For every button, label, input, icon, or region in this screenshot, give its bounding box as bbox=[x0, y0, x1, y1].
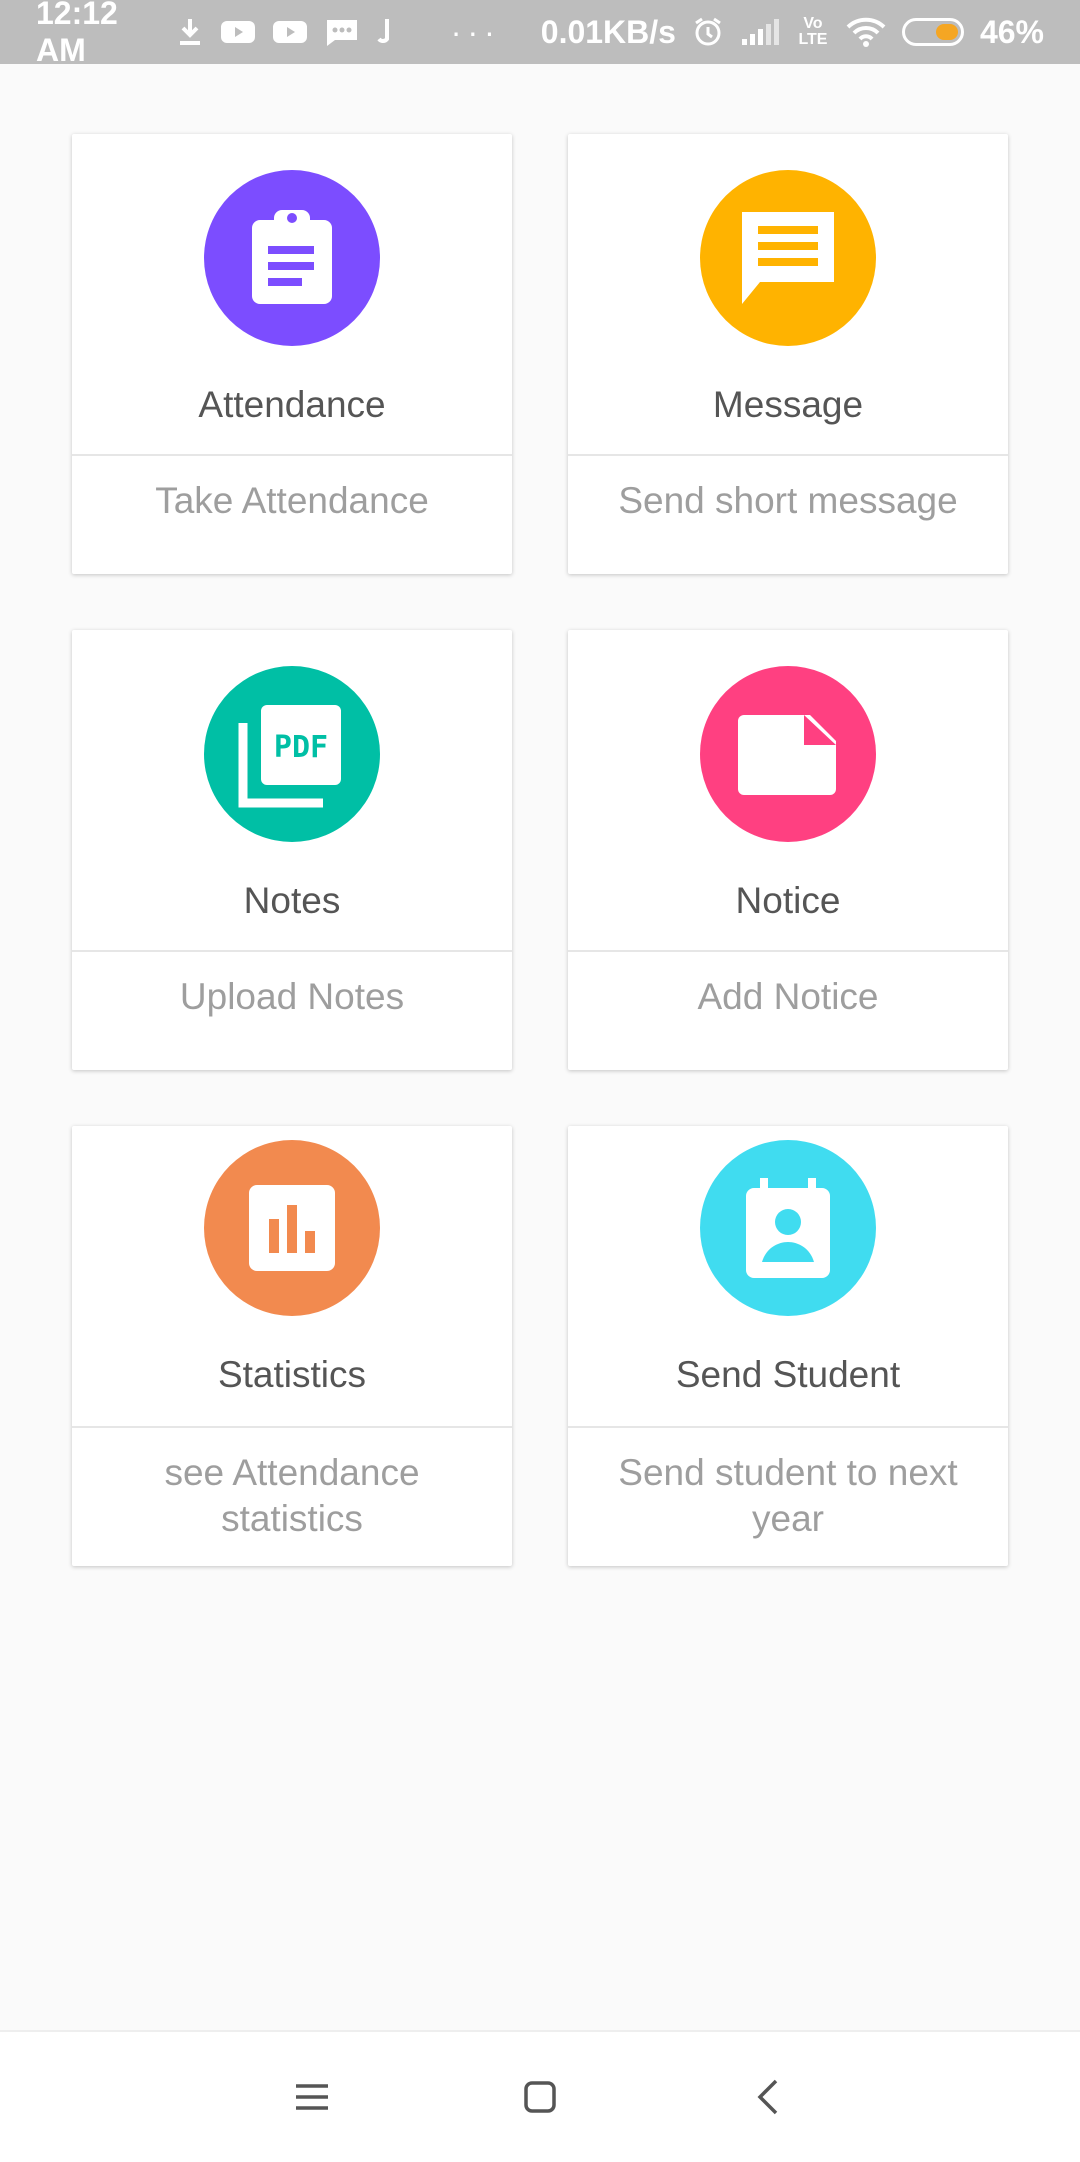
youtube-icon bbox=[272, 19, 307, 45]
status-time: 12:12 AM bbox=[36, 0, 118, 68]
card-subtitle: see Attendance statistics bbox=[164, 1452, 420, 1539]
notes-card[interactable]: PDF Notes Upload Notes bbox=[72, 630, 512, 1070]
card-title: Send Student bbox=[675, 1354, 901, 1395]
card-title: Notice bbox=[735, 880, 841, 921]
note-icon bbox=[700, 666, 876, 842]
card-header: Notice bbox=[568, 630, 1008, 952]
contact-card-icon bbox=[700, 1140, 876, 1316]
send-student-card[interactable]: Send Student Send student to next year bbox=[568, 1126, 1008, 1566]
music-icon bbox=[377, 17, 393, 47]
card-title: Statistics bbox=[217, 1354, 367, 1395]
svg-text:PDF: PDF bbox=[274, 730, 328, 765]
more-dots-icon: ··· bbox=[450, 13, 501, 50]
battery-icon bbox=[901, 18, 964, 46]
card-header: Statistics bbox=[72, 1126, 512, 1428]
back-icon[interactable] bbox=[654, 2079, 882, 2115]
status-bar: 12:12 AM ··· 0.01KB/s Vo LTE 46% bbox=[0, 0, 1080, 68]
system-navigation-bar bbox=[0, 2030, 1080, 2162]
card-subtitle: Add Notice bbox=[697, 976, 879, 1017]
alarm-icon bbox=[692, 16, 724, 48]
net-speed: 0.01KB/s bbox=[540, 13, 676, 50]
attendance-card[interactable]: Attendance Take Attendance bbox=[72, 134, 512, 574]
menu-icon[interactable] bbox=[198, 2082, 426, 2112]
wifi-icon bbox=[846, 17, 886, 47]
signal-icon bbox=[740, 17, 780, 47]
card-header: Message bbox=[568, 134, 1008, 456]
card-title: Notes bbox=[243, 880, 341, 921]
notice-card[interactable]: Notice Add Notice bbox=[568, 630, 1008, 1070]
home-square-icon[interactable] bbox=[426, 2080, 654, 2114]
card-title: Message bbox=[712, 384, 864, 425]
statistics-card[interactable]: Statistics see Attendance statistics bbox=[72, 1126, 512, 1566]
message-icon bbox=[700, 170, 876, 346]
download-icon bbox=[177, 17, 203, 47]
card-subtitle: Send short message bbox=[618, 480, 958, 521]
card-subtitle: Send student to next year bbox=[618, 1452, 958, 1539]
card-subtitle: Take Attendance bbox=[155, 480, 429, 521]
bar-chart-icon bbox=[204, 1140, 380, 1316]
battery-percent: 46% bbox=[979, 13, 1044, 50]
pdf-icon: PDF bbox=[204, 666, 380, 842]
network-label: Vo LTE bbox=[798, 15, 828, 48]
message-card[interactable]: Message Send short message bbox=[568, 134, 1008, 574]
card-subtitle: Upload Notes bbox=[179, 976, 405, 1017]
sms-icon bbox=[325, 17, 359, 47]
card-header: Send Student bbox=[568, 1126, 1008, 1428]
card-header: PDF Notes bbox=[72, 630, 512, 952]
youtube-icon bbox=[220, 19, 255, 45]
card-title: Attendance bbox=[198, 384, 386, 425]
clipboard-icon bbox=[204, 170, 380, 346]
card-header: Attendance bbox=[72, 134, 512, 456]
